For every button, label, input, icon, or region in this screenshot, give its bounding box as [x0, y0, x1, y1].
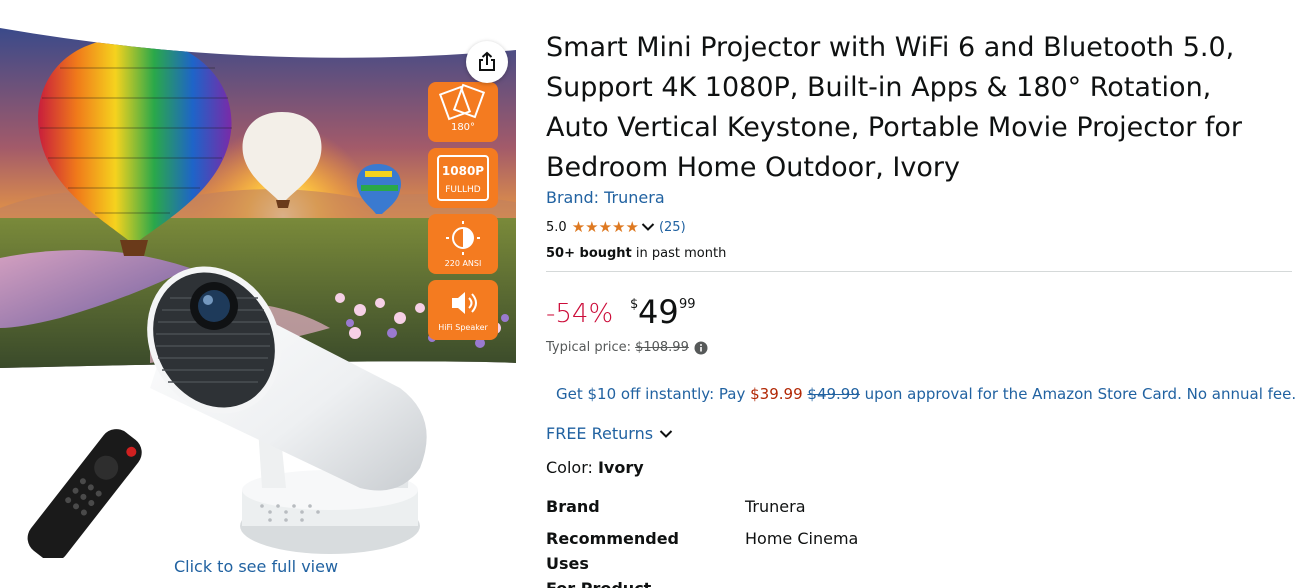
product-title-line-3: Auto Vertical Keystone, Portable Movie P… [546, 112, 1243, 143]
star-icon: ★ [571, 217, 586, 236]
star-icon: ★ [598, 217, 613, 236]
chevron-down-icon[interactable] [641, 222, 655, 232]
click-to-see-full-view-link[interactable]: Click to see full view [0, 557, 512, 576]
store-card-promo-link[interactable]: Get $10 off instantly: Pay $39.99 $49.99… [556, 385, 1296, 403]
spec-key: Recommended Uses For Product [546, 526, 726, 588]
spec-key-line-2: For Product [546, 579, 651, 588]
product-title: Smart Mini Projector with WiFi 6 and Blu… [546, 28, 1286, 188]
svg-text:1080P: 1080P [442, 164, 484, 178]
free-returns-link[interactable]: FREE Returns [546, 424, 673, 443]
spec-key: Brand [546, 497, 600, 516]
star-icon: ★ [625, 217, 639, 236]
product-title-line-4: Bedroom Home Outdoor, Ivory [546, 152, 960, 183]
product-title-line-2: Support 4K 1080P, Built-in Apps & 180° R… [546, 72, 1212, 103]
badge-rotation-text: 180° [451, 122, 475, 133]
color-value: Ivory [597, 458, 644, 477]
color-selection: Color: Ivory [546, 458, 644, 477]
price-fraction: 99 [679, 297, 696, 312]
product-title-line-1: Smart Mini Projector with WiFi 6 and Blu… [546, 32, 1235, 63]
brand-link[interactable]: Brand: Trunera [546, 188, 665, 207]
share-icon [479, 51, 495, 71]
spec-key-line-1: Recommended Uses [546, 529, 679, 573]
chevron-down-icon [659, 429, 673, 439]
bought-period: in past month [631, 246, 727, 261]
price-whole: 49 [638, 293, 679, 331]
product-image-panel: 180° 1080P FULLHD 220 ANSI HiFi Speaker [0, 0, 520, 588]
share-button[interactable] [466, 41, 508, 83]
svg-text:FULLHD: FULLHD [445, 185, 481, 195]
promo-prefix: Get $10 off instantly: Pay [556, 385, 751, 403]
divider [546, 271, 1292, 272]
remote-control [27, 429, 142, 558]
spec-value: Home Cinema [745, 529, 859, 548]
typical-price-row: Typical price: $108.99 [546, 340, 708, 355]
promo-suffix: upon approval for the Amazon Store Card.… [859, 385, 1297, 403]
product-details: Smart Mini Projector with WiFi 6 and Blu… [546, 0, 1296, 588]
free-returns-label: FREE Returns [546, 424, 654, 443]
rating-row: 5.0 ★ ★ ★ ★ ★ (25) [546, 218, 686, 236]
star-rating[interactable]: ★ ★ ★ ★ ★ [571, 217, 639, 236]
product-image[interactable]: 180° 1080P FULLHD 220 ANSI HiFi Speaker [0, 28, 520, 558]
typical-price-value: $108.99 [635, 340, 689, 355]
bought-count: 50+ bought [546, 246, 632, 261]
bought-in-past-month: 50+ bought in past month [546, 246, 726, 261]
color-label: Color: [546, 458, 598, 477]
spec-value: Trunera [745, 497, 806, 516]
info-icon[interactable] [694, 341, 708, 355]
svg-text:HiFi Speaker: HiFi Speaker [438, 323, 488, 332]
discount-percentage: -54% [546, 299, 614, 329]
promo-old-price: $49.99 [807, 385, 860, 403]
rating-value: 5.0 [546, 219, 567, 235]
typical-price-label: Typical price: [546, 340, 632, 355]
promo-price: $39.99 [750, 385, 803, 403]
review-count-link[interactable]: (25) [659, 220, 686, 235]
star-icon: ★ [585, 217, 599, 236]
star-icon: ★ [612, 217, 626, 236]
svg-text:220 ANSI: 220 ANSI [445, 259, 482, 268]
